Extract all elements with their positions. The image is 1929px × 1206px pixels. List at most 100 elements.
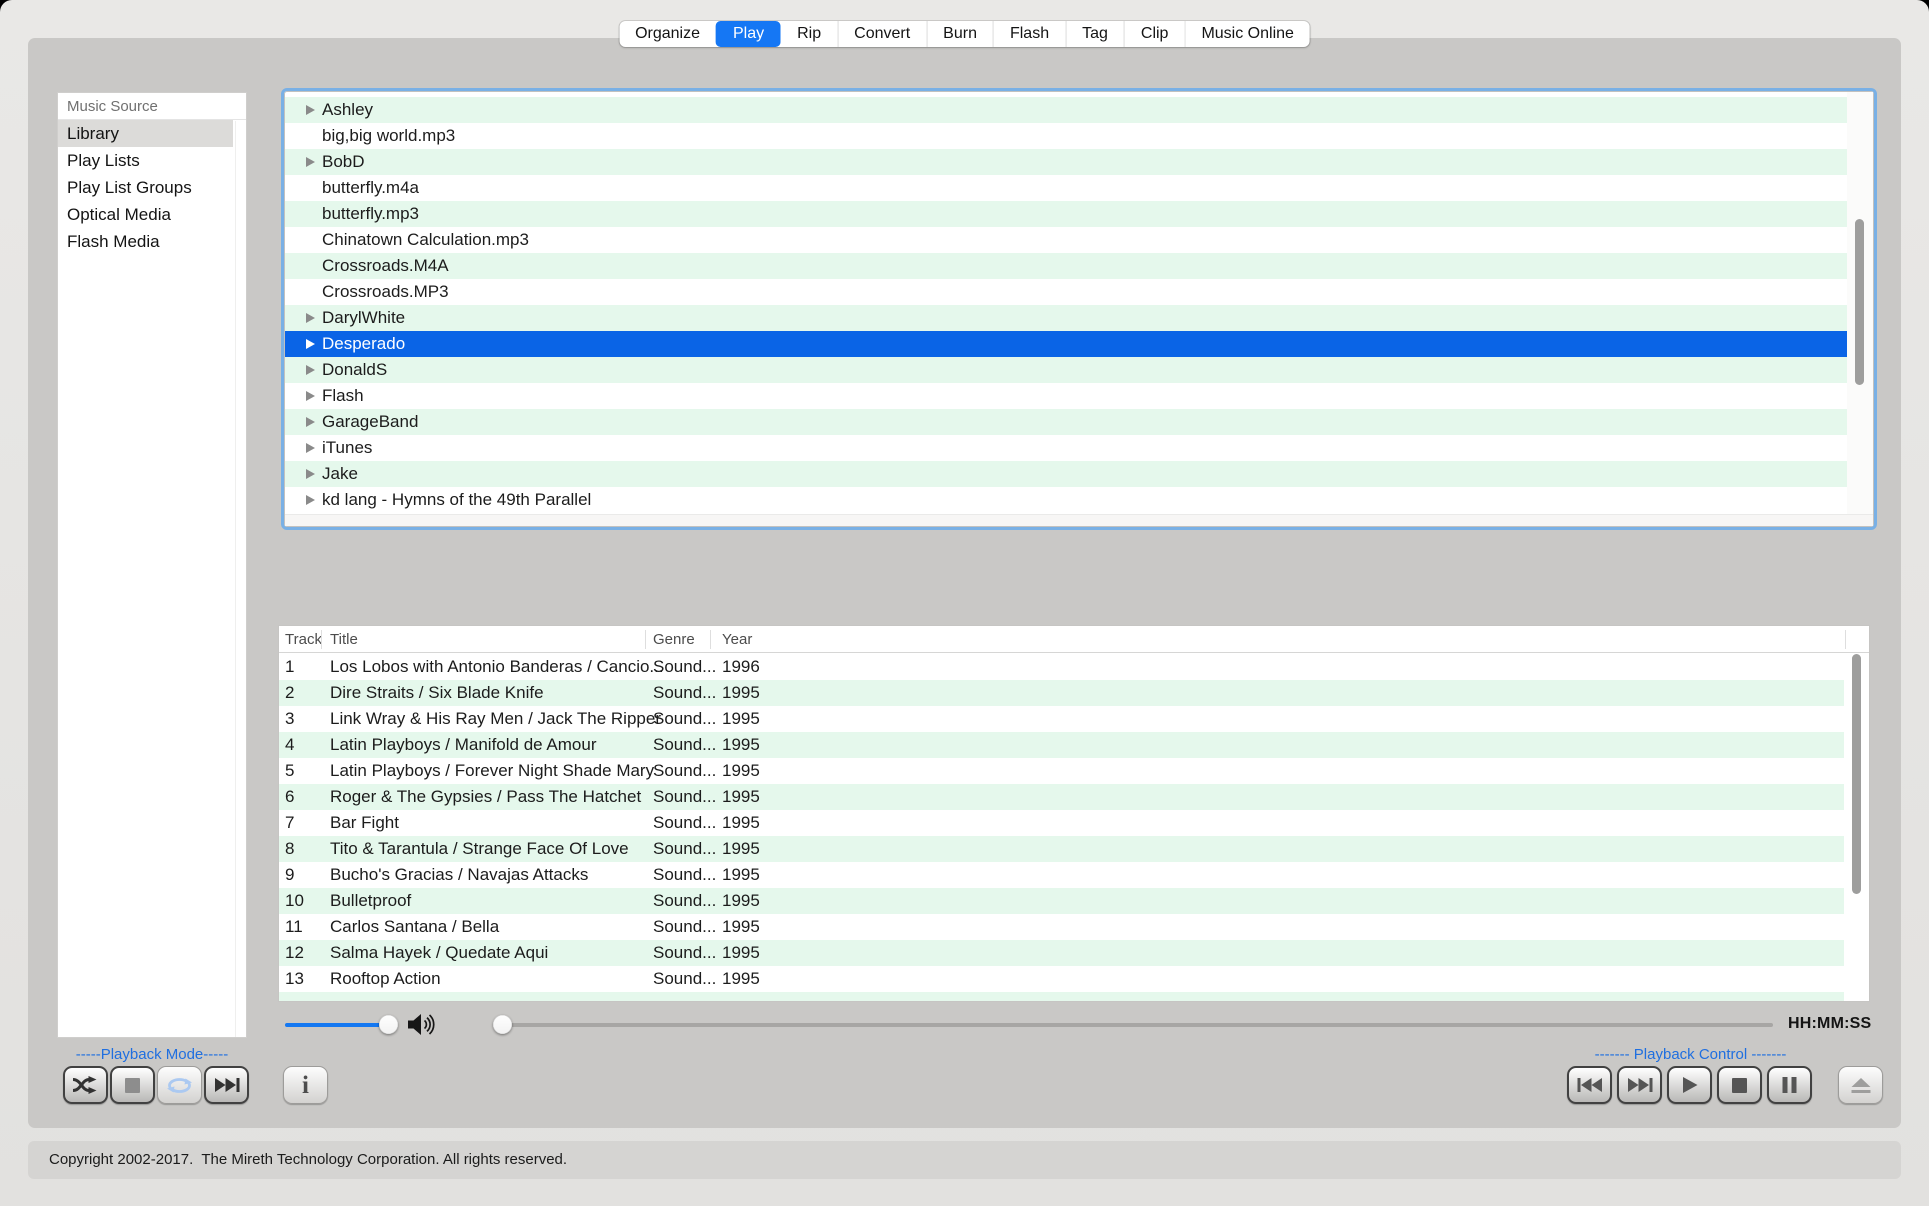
stop-button[interactable]	[1717, 1066, 1762, 1104]
tree-row[interactable]: Flash	[285, 383, 1847, 409]
disclosure-triangle-icon[interactable]	[306, 443, 315, 453]
tree-row[interactable]: Desperado	[285, 331, 1847, 357]
table-row[interactable]: 8Tito & Tarantula / Strange Face Of Love…	[279, 836, 1844, 862]
tree-row[interactable]: DonaldS	[285, 357, 1847, 383]
year-cell: 1995	[722, 680, 760, 706]
genre-cell: Sound...	[653, 862, 716, 888]
tree-horizontal-scrollbar-track[interactable]	[285, 514, 1873, 526]
table-row[interactable]: 4Latin Playboys / Manifold de AmourSound…	[279, 732, 1844, 758]
tree-row[interactable]: DarylWhite	[285, 305, 1847, 331]
table-row[interactable]: 6Roger & The Gypsies / Pass The HatchetS…	[279, 784, 1844, 810]
tab-music-online[interactable]: Music Online	[1184, 21, 1309, 47]
tree-row[interactable]: butterfly.mp3	[285, 201, 1847, 227]
tab-clip[interactable]: Clip	[1124, 21, 1185, 47]
play-button[interactable]	[1667, 1066, 1712, 1104]
table-row[interactable]: 5Latin Playboys / Forever Night Shade Ma…	[279, 758, 1844, 784]
tree-row-label: BobD	[322, 152, 365, 171]
track-table-panel: Track Title Genre Year 1Los Lobos with Anto…	[278, 625, 1870, 1002]
tree-row[interactable]: iTunes	[285, 435, 1847, 461]
disclosure-triangle-icon[interactable]	[306, 339, 315, 349]
tree-row[interactable]: kd lang - Hymns of the 49th Parallel	[285, 487, 1847, 513]
table-row[interactable]: 3Link Wray & His Ray Men / Jack The Ripp…	[279, 706, 1844, 732]
pause-button[interactable]	[1767, 1066, 1812, 1104]
tree-row[interactable]: big,big world.mp3	[285, 123, 1847, 149]
tree-row[interactable]: Crossroads.MP3	[285, 279, 1847, 305]
tree-row[interactable]: BobD	[285, 149, 1847, 175]
column-separator	[710, 630, 711, 649]
column-header-genre[interactable]: Genre	[653, 626, 695, 653]
progress-slider-thumb[interactable]	[493, 1015, 512, 1034]
track-cell: 7	[285, 810, 294, 836]
tree-row[interactable]: Chinatown Calculation.mp3	[285, 227, 1847, 253]
previous-track-button[interactable]	[1567, 1066, 1612, 1104]
tree-row[interactable]: butterfly.m4a	[285, 175, 1847, 201]
library-tree-rows: Ashleybig,big world.mp3 BobD butterfly.m4a…	[285, 91, 1847, 513]
tree-row-label: Chinatown Calculation.mp3	[322, 230, 529, 249]
sidebar-item-flash-media[interactable]: Flash Media	[58, 228, 233, 255]
sidebar-item-play-lists[interactable]: Play Lists	[58, 147, 233, 174]
tree-row[interactable]: GarageBand	[285, 409, 1847, 435]
tree-row-label: Crossroads.MP3	[322, 282, 449, 301]
disclosure-triangle-icon[interactable]	[306, 391, 315, 401]
tree-row[interactable]: Ashley	[285, 97, 1847, 123]
sidebar-item-play-list-groups[interactable]: Play List Groups	[58, 174, 233, 201]
tree-row-label: Jake	[322, 464, 358, 483]
tab-flash[interactable]: Flash	[993, 21, 1065, 47]
volume-slider-track[interactable]	[285, 1023, 390, 1027]
volume-slider-thumb[interactable]	[379, 1015, 398, 1034]
stop-icon	[1732, 1078, 1747, 1093]
table-row[interactable]: 10BulletproofSound...1995	[279, 888, 1844, 914]
info-button[interactable]: i	[283, 1066, 328, 1104]
tab-rip[interactable]: Rip	[780, 21, 837, 47]
table-row[interactable]: 7Bar FightSound...1995	[279, 810, 1844, 836]
disclosure-triangle-icon[interactable]	[306, 495, 315, 505]
track-table-rows: 1Los Lobos with Antonio Banderas / Canci…	[279, 654, 1844, 992]
track-cell: 8	[285, 836, 294, 862]
column-header-title[interactable]: Title	[330, 626, 358, 653]
tab-organize[interactable]: Organize	[619, 21, 716, 47]
progress-slider-track[interactable]	[498, 1023, 1773, 1027]
tree-scrollbar-thumb[interactable]	[1855, 219, 1864, 385]
disclosure-triangle-icon[interactable]	[306, 469, 315, 479]
next-track-button[interactable]	[1617, 1066, 1662, 1104]
tab-tag[interactable]: Tag	[1065, 21, 1124, 47]
tree-row[interactable]: Crossroads.M4A	[285, 253, 1847, 279]
table-row[interactable]: 2Dire Straits / Six Blade KnifeSound...1…	[279, 680, 1844, 706]
table-scrollbar-track[interactable]	[1844, 654, 1869, 1001]
stop-button[interactable]	[110, 1066, 155, 1104]
disclosure-triangle-icon[interactable]	[306, 417, 315, 427]
repeat-icon	[167, 1077, 192, 1094]
disclosure-triangle-icon[interactable]	[306, 313, 315, 323]
tab-burn[interactable]: Burn	[926, 21, 993, 47]
year-cell: 1995	[722, 732, 760, 758]
skip-to-end-button[interactable]	[204, 1066, 249, 1104]
table-scrollbar-thumb[interactable]	[1852, 654, 1861, 894]
table-row[interactable]: 1Los Lobos with Antonio Banderas / Canci…	[279, 654, 1844, 680]
shuffle-button[interactable]	[63, 1066, 108, 1104]
sidebar-item-optical-media[interactable]: Optical Media	[58, 201, 233, 228]
eject-button[interactable]	[1838, 1066, 1883, 1104]
disclosure-triangle-icon[interactable]	[306, 105, 315, 115]
tree-row-label: iTunes	[322, 438, 372, 457]
table-row[interactable]: 12Salma Hayek / Quedate AquiSound...1995	[279, 940, 1844, 966]
table-row[interactable]: 9Bucho's Gracias / Navajas AttacksSound.…	[279, 862, 1844, 888]
tree-row[interactable]: Jake	[285, 461, 1847, 487]
tree-scrollbar-track[interactable]	[1847, 92, 1873, 514]
disclosure-triangle-icon[interactable]	[306, 157, 315, 167]
music-source-header: Music Source	[58, 93, 246, 120]
skip-to-end-icon	[214, 1077, 240, 1093]
tab-play[interactable]: Play	[716, 21, 780, 47]
repeat-button[interactable]	[157, 1066, 202, 1104]
tab-convert[interactable]: Convert	[837, 21, 926, 47]
sidebar-item-library[interactable]: Library	[58, 120, 233, 147]
table-row[interactable]: 13Rooftop ActionSound...1995	[279, 966, 1844, 992]
disclosure-triangle-icon[interactable]	[306, 365, 315, 375]
tree-row-label: GarageBand	[322, 412, 418, 431]
previous-track-icon	[1577, 1077, 1603, 1093]
table-row[interactable]: 11Carlos Santana / BellaSound...1995	[279, 914, 1844, 940]
column-header-year[interactable]: Year	[722, 626, 752, 653]
tree-row-label: kd lang - Hymns of the 49th Parallel	[322, 490, 591, 509]
column-header-track[interactable]: Track	[285, 626, 322, 653]
tab-bar: OrganizePlayRipConvertBurnFlashTagClipMu…	[619, 21, 1310, 47]
year-cell: 1995	[722, 836, 760, 862]
